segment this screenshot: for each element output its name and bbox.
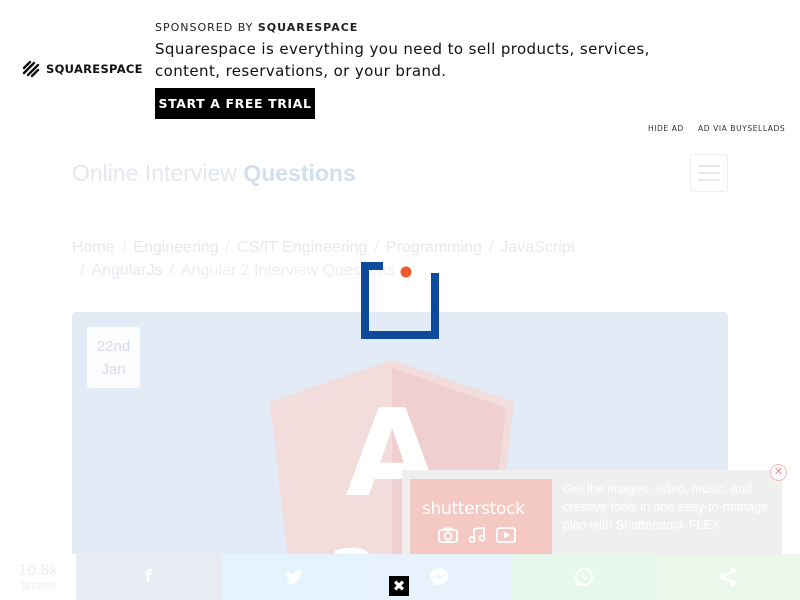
facebook-share-button[interactable]: f	[76, 554, 221, 600]
menu-bar-icon	[698, 179, 720, 181]
date-badge: 22nd Jan	[87, 327, 140, 388]
squarespace-logo-icon	[22, 60, 40, 78]
shutterstock-ad-copy[interactable]: Get the images, video, music, and creati…	[563, 480, 773, 534]
sponsor-ad: SQUARESPACE SPONSORED BY SQUARESPACE Squ…	[0, 0, 800, 140]
share-count: 10.8k Shares	[0, 554, 76, 600]
hide-ad-link[interactable]: HIDE AD	[648, 124, 684, 133]
breadcrumb-separator: /	[169, 262, 175, 279]
ad-close-icon[interactable]: ✕	[770, 464, 787, 481]
twitter-share-button[interactable]	[221, 554, 366, 600]
squarespace-logo[interactable]: SQUARESPACE	[20, 60, 143, 78]
breadcrumb-home[interactable]: Home	[72, 239, 115, 256]
ad-via-buysellads-link[interactable]: AD VIA BUYSELLADS	[698, 124, 785, 133]
date-day: 22nd	[96, 338, 131, 355]
messenger-icon	[429, 568, 448, 586]
share-count-number: 10.8k	[18, 562, 58, 579]
breadcrumb-separator: /	[488, 239, 494, 256]
squarespace-wordmark: SQUARESPACE	[46, 62, 143, 76]
shutterstock-media-icons	[438, 527, 516, 543]
breadcrumb-angularjs[interactable]: AngularJs	[91, 262, 162, 279]
share-icon	[720, 568, 736, 586]
close-share-bar-icon[interactable]: ✖	[389, 576, 409, 596]
sponsored-prefix: SPONSORED BY	[155, 21, 254, 34]
menu-bar-icon	[698, 172, 720, 174]
facebook-icon: f	[144, 567, 153, 587]
breadcrumb-separator: /	[121, 239, 127, 256]
hamburger-menu-button[interactable]	[690, 154, 728, 192]
site-title[interactable]: Online Interview Questions	[72, 160, 356, 187]
breadcrumb-javascript[interactable]: JavaScript	[500, 239, 575, 256]
generic-share-button[interactable]	[656, 554, 800, 600]
menu-bar-icon	[698, 165, 720, 167]
ad-copy: Squarespace is everything you need to se…	[155, 38, 675, 82]
twitter-icon	[285, 569, 302, 584]
start-free-trial-button[interactable]: START A FREE TRIAL	[155, 88, 315, 119]
breadcrumb-separator: /	[225, 239, 230, 256]
camera-icon	[438, 527, 458, 543]
shutterstock-wordmark: shutterstock	[422, 499, 525, 519]
shutterstock-logo[interactable]: shutterstock	[410, 479, 552, 554]
loading-spinner-icon	[361, 262, 439, 339]
share-count-label: Shares	[20, 580, 56, 592]
whatsapp-share-button[interactable]	[511, 554, 656, 600]
sponsored-brand: SQUARESPACE	[257, 21, 359, 34]
music-note-icon	[468, 527, 486, 543]
breadcrumb-cs-it-engineering[interactable]: CS/IT Engineering	[237, 239, 367, 256]
breadcrumb-programming[interactable]: Programming	[386, 239, 482, 256]
site-title-light: Online Interview	[72, 160, 237, 186]
ad-copy-line-1: Squarespace is everything you need to se…	[155, 40, 650, 58]
breadcrumb-separator: /	[374, 239, 379, 256]
date-month: Jan	[101, 361, 126, 378]
messenger-share-button[interactable]	[366, 554, 511, 600]
ad-copy-line-2: content, reservations, or your brand.	[155, 62, 447, 80]
whatsapp-icon	[574, 568, 593, 586]
breadcrumb-separator: /	[80, 262, 85, 279]
site-title-bold: Questions	[243, 160, 356, 186]
breadcrumb-engineering[interactable]: Engineering	[133, 239, 218, 256]
video-play-icon	[496, 527, 516, 543]
sponsored-by-label: SPONSORED BY SQUARESPACE	[155, 21, 358, 34]
